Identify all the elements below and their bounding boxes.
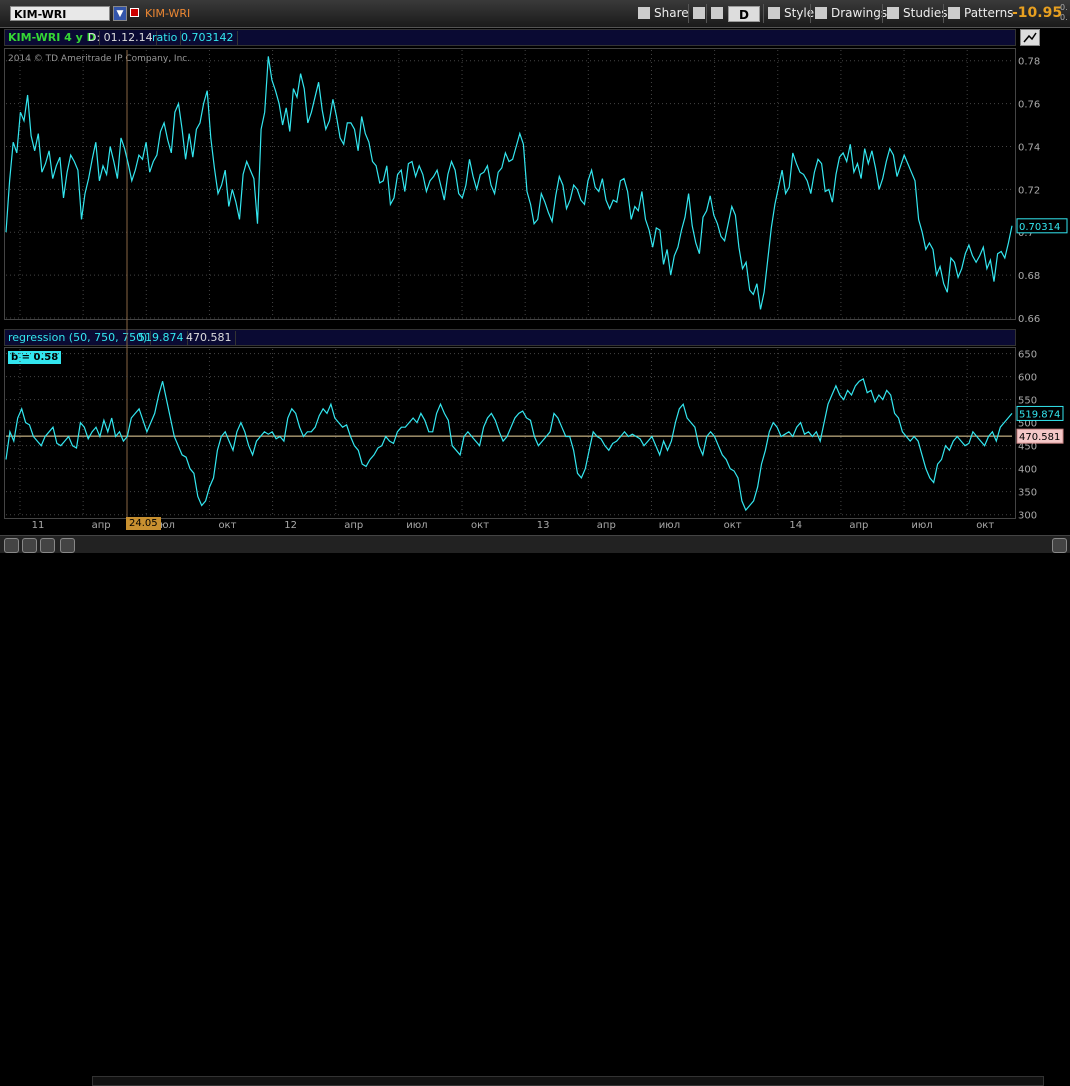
regression-y-tick-label: 400 <box>1018 465 1037 476</box>
regression-y-tick-label: 450 <box>1018 442 1037 453</box>
x-axis-tick-label: 13 <box>537 520 550 531</box>
price-last-value-label: 0.70314 <box>1019 222 1060 233</box>
price-y-tick-label: 0.66 <box>1018 314 1040 325</box>
regression-label: regression (50, 750, 750) <box>5 331 152 345</box>
toolbar: KIM-WRI ▼ KIM-WRI Share D Style Drawings… <box>0 0 1070 28</box>
price-y-tick-label: 0.74 <box>1018 142 1040 153</box>
b-coefficient-badge: b = 0.58 <box>8 351 62 364</box>
price-last-value-box <box>1016 218 1068 234</box>
price-y-tick-label: 0.68 <box>1018 271 1040 282</box>
x-axis-tick-label: апр <box>849 520 868 531</box>
x-axis-tick-label: окт <box>724 520 742 531</box>
symbol-secondary-label: KIM-WRI <box>145 7 191 20</box>
patterns-label: Patterns <box>964 6 1014 20</box>
regression-chart-panel[interactable] <box>4 347 1016 519</box>
date-cursor-badge: 24.05 <box>126 517 161 530</box>
share-button[interactable]: Share <box>634 4 693 23</box>
x-axis-tick-label: 12 <box>284 520 297 531</box>
studies-icon <box>887 7 899 19</box>
x-axis-tick-label: окт <box>218 520 236 531</box>
chart-info-bar: KIM-WRI 4 y D D: 01.12.14 ratio 0.703142 <box>4 29 1016 46</box>
wrench-button[interactable] <box>706 4 726 23</box>
zoom-in-icon[interactable] <box>4 538 19 553</box>
price-y-tick-label: 0.72 <box>1018 185 1040 196</box>
regression-value2: 470.581 <box>183 331 236 345</box>
pencil-icon <box>815 7 827 19</box>
tiny-value-bottom: 0. <box>1060 13 1068 22</box>
chart-scrollbar[interactable] <box>92 1076 1044 1086</box>
x-axis-tick-label: июл <box>406 520 427 531</box>
period-selector[interactable]: D <box>728 6 760 22</box>
patterns-button[interactable]: Patterns <box>943 4 1017 23</box>
flag-icon[interactable] <box>130 8 139 17</box>
wrench-icon <box>711 7 723 19</box>
x-axis-tick-label: апр <box>597 520 616 531</box>
x-axis-tick-label: 11 <box>32 520 45 531</box>
regression-y-tick-label: 550 <box>1018 396 1037 407</box>
copyright-text: 2014 © TD Ameritrade IP Company, Inc. <box>8 54 191 64</box>
zoom-out-icon[interactable] <box>22 538 37 553</box>
regression-y-tick-label: 650 <box>1018 350 1037 361</box>
style-icon <box>768 7 780 19</box>
regression-mean-value-box <box>1016 428 1064 444</box>
price-y-tick-label: 0.76 <box>1018 100 1040 111</box>
regression-mean-value-label: 470.581 <box>1019 432 1060 443</box>
crosshair-icon <box>693 7 705 19</box>
regression-y-tick-label: 500 <box>1018 419 1037 430</box>
price-change: -10.95 <box>1012 5 1063 21</box>
x-axis-tick-label: июл <box>659 520 680 531</box>
ratio-value: 0.703142 <box>178 31 238 45</box>
trend-icon <box>1023 32 1037 43</box>
chart-date: D: 01.12.14 <box>85 31 157 45</box>
price-y-tick-label: 0.7 <box>1018 228 1034 239</box>
regression-last-value-box <box>1016 405 1064 421</box>
line-tool-icon[interactable] <box>60 538 75 553</box>
studies-button[interactable]: Studies <box>882 4 952 23</box>
price-y-tick-label: 0.78 <box>1018 57 1040 68</box>
patterns-icon <box>948 7 960 19</box>
crosshair-tool-button[interactable] <box>688 4 706 23</box>
ratio-label: ratio <box>149 31 182 45</box>
chart-settings-button[interactable] <box>1020 29 1040 46</box>
regression-value1: 519.874 <box>135 331 188 345</box>
tiny-value-top: 0. <box>1060 3 1068 12</box>
x-axis-tick-label: окт <box>976 520 994 531</box>
x-axis-tick-label: апр <box>92 520 111 531</box>
x-axis-tick-label: 14 <box>789 520 802 531</box>
share-label: Share <box>654 6 689 20</box>
x-axis-tick-label: апр <box>344 520 363 531</box>
regression-y-tick-label: 600 <box>1018 373 1037 384</box>
studies-label: Studies <box>903 6 948 20</box>
regression-last-value-label: 519.874 <box>1019 409 1060 420</box>
x-axis-tick-label: окт <box>471 520 489 531</box>
share-icon <box>638 7 650 19</box>
regression-y-tick-label: 350 <box>1018 488 1037 499</box>
regression-info-bar: regression (50, 750, 750) 519.874 470.58… <box>4 329 1016 346</box>
x-axis-tick-label: июл <box>911 520 932 531</box>
scroll-right-icon[interactable] <box>1052 538 1067 553</box>
bottom-toolbar <box>0 535 1070 1086</box>
drawings-label: Drawings <box>831 6 888 20</box>
drawings-button[interactable]: Drawings <box>810 4 891 23</box>
symbol-dropdown-button[interactable]: ▼ <box>113 6 127 21</box>
price-chart-panel[interactable] <box>4 48 1016 320</box>
regression-y-tick-label: 300 <box>1018 511 1037 522</box>
symbol-input[interactable]: KIM-WRI <box>10 6 110 21</box>
magnifier-icon[interactable] <box>40 538 55 553</box>
